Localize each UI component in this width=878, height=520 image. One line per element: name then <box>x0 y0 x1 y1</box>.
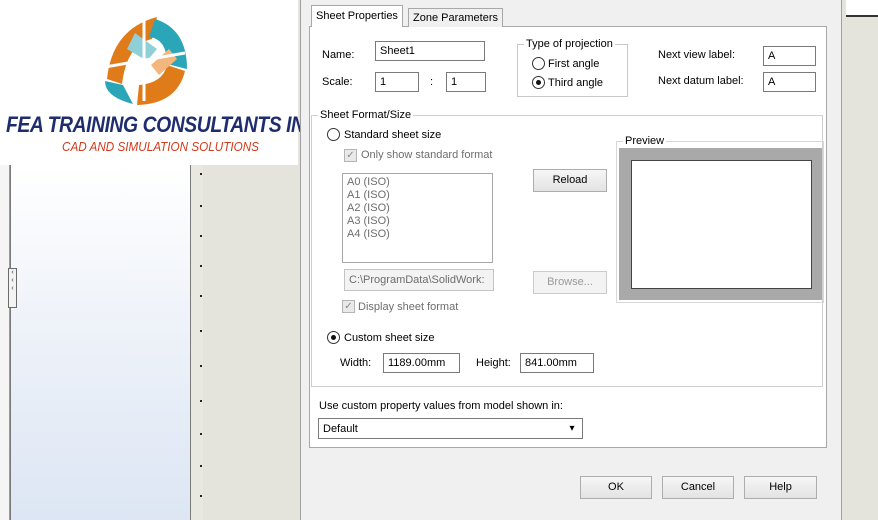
app-background-right <box>842 0 878 520</box>
width-input[interactable]: 1189.00mm <box>383 353 460 373</box>
ruler-tick <box>200 433 202 435</box>
display-format-checkbox[interactable]: ✓ <box>342 300 355 313</box>
standard-sheet-radio[interactable] <box>327 128 340 141</box>
splitter-bar[interactable] <box>191 165 203 520</box>
third-angle-label[interactable]: Third angle <box>548 77 603 89</box>
next-view-input[interactable]: A <box>763 46 816 66</box>
next-datum-label: Next datum label: <box>658 75 744 87</box>
third-angle-radio[interactable] <box>532 76 545 89</box>
only-standard-checkbox[interactable]: ✓ <box>344 149 357 162</box>
list-item[interactable]: A4 (ISO) <box>347 228 488 241</box>
help-button[interactable]: Help <box>744 476 817 499</box>
tab-sheet-properties[interactable]: Sheet Properties <box>311 5 403 27</box>
list-item[interactable]: A1 (ISO) <box>347 189 488 202</box>
custom-sheet-label[interactable]: Custom sheet size <box>344 332 434 344</box>
scale-denominator-input[interactable]: 1 <box>446 72 486 92</box>
sheet-format-group-title: Sheet Format/Size <box>318 109 414 121</box>
feature-manager-panel[interactable] <box>10 165 191 520</box>
custom-sheet-radio[interactable] <box>327 331 340 344</box>
ruler-tick <box>200 465 202 467</box>
first-angle-radio[interactable] <box>532 57 545 70</box>
scale-label: Scale: <box>322 76 353 88</box>
chevron-down-icon[interactable]: ▾ <box>564 420 580 437</box>
first-angle-label[interactable]: First angle <box>548 58 599 70</box>
cancel-button[interactable]: Cancel <box>662 476 734 499</box>
model-property-select[interactable]: Default <box>318 418 583 439</box>
next-datum-input[interactable]: A <box>763 72 816 92</box>
width-label: Width: <box>340 357 372 369</box>
ruler-tick <box>200 205 202 207</box>
list-item[interactable]: A2 (ISO) <box>347 202 488 215</box>
scale-numerator-input[interactable]: 1 <box>375 72 419 92</box>
ruler-tick <box>200 365 202 367</box>
chevron-left-icon: ‹ ‹ ‹ <box>11 269 14 292</box>
name-input[interactable]: Sheet1 <box>375 41 485 61</box>
ruler-tick <box>200 295 202 297</box>
height-label: Height: <box>476 357 511 369</box>
ruler-tick <box>200 235 202 237</box>
left-edge <box>0 165 10 520</box>
ruler-tick <box>200 173 202 175</box>
logo-subtitle: CAD AND SIMULATION SOLUTIONS <box>62 139 259 154</box>
projection-group-title: Type of projection <box>524 38 615 50</box>
logo-title: FEA TRAINING CONSULTANTS INC. <box>6 112 324 137</box>
next-view-label: Next view label: <box>658 49 736 61</box>
scale-separator: : <box>430 76 434 88</box>
projection-group <box>517 44 628 97</box>
ruler-tick <box>200 330 202 332</box>
ruler-tick <box>200 495 202 497</box>
list-item[interactable]: A0 (ISO) <box>347 176 488 189</box>
browse-button[interactable]: Browse... <box>533 271 607 294</box>
ruler-tick <box>200 400 202 402</box>
collapse-handle[interactable]: ‹ ‹ ‹ <box>8 268 17 308</box>
preview-title: Preview <box>623 135 667 147</box>
logo-graphic <box>99 14 189 105</box>
display-format-label: Display sheet format <box>358 301 459 313</box>
name-label: Name: <box>322 49 355 61</box>
sheet-size-list[interactable]: A0 (ISO) A1 (ISO) A2 (ISO) A3 (ISO) A4 (… <box>342 173 493 263</box>
format-path-input[interactable]: C:\ProgramData\SolidWork: <box>344 269 494 291</box>
standard-sheet-label[interactable]: Standard sheet size <box>344 129 441 141</box>
model-property-label: Use custom property values from model sh… <box>319 400 563 412</box>
toolbar-strip <box>846 0 878 17</box>
height-input[interactable]: 841.00mm <box>520 353 594 373</box>
only-standard-label: Only show standard format <box>361 149 493 161</box>
tab-zone-parameters[interactable]: Zone Parameters <box>408 8 503 27</box>
preview-sheet <box>631 160 812 289</box>
ruler-tick <box>200 265 202 267</box>
reload-button[interactable]: Reload <box>533 169 607 192</box>
ok-button[interactable]: OK <box>580 476 652 499</box>
list-item[interactable]: A3 (ISO) <box>347 215 488 228</box>
